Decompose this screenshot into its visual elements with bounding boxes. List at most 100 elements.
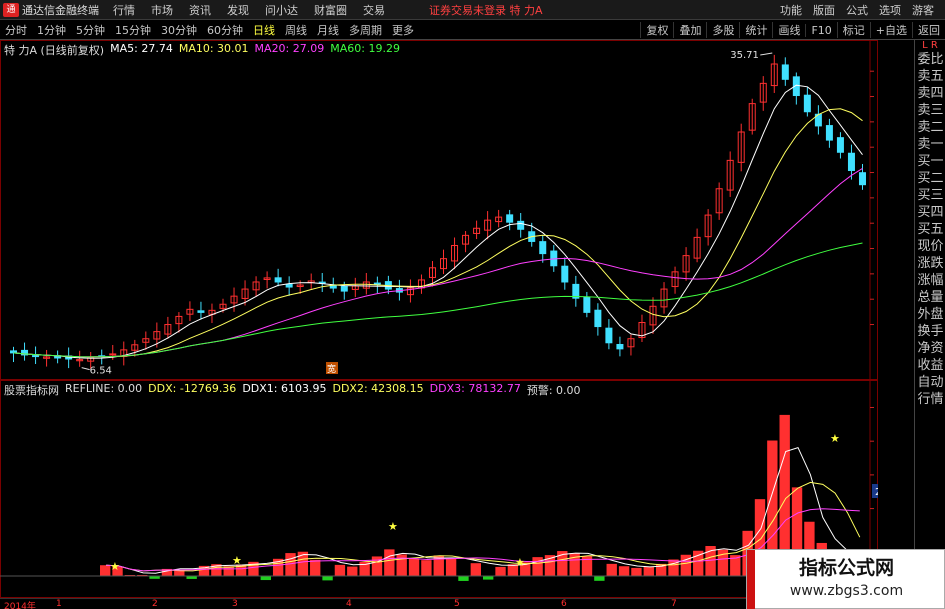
period-monthly[interactable]: 月线 [317, 22, 339, 38]
ma10-value: MA10: 30.01 [178, 42, 249, 55]
period-60min[interactable]: 60分钟 [207, 22, 243, 38]
ma10-line [13, 108, 863, 358]
side-item-5[interactable]: 卖一 [915, 136, 945, 153]
tool-huaxian[interactable]: 画线 [772, 22, 805, 38]
tool-fanhui[interactable]: 返回 [912, 22, 945, 38]
candle-body [825, 125, 833, 141]
ddx-bar-negative [322, 576, 333, 581]
side-panel-toggle[interactable]: L R [915, 40, 945, 51]
menu-gongshi[interactable]: 公式 [846, 2, 868, 18]
candle-body [836, 137, 844, 153]
tool-fuquan[interactable]: 复权 [640, 22, 673, 38]
menu-wenxiaoda[interactable]: 问小达 [265, 2, 298, 18]
ddx-bar [532, 557, 543, 576]
ddx-bar [310, 559, 321, 576]
date-tick: 2 [152, 599, 158, 609]
ddx-bar [631, 567, 642, 576]
side-item-12[interactable]: 涨跌 [915, 255, 945, 272]
tool-diejia[interactable]: 叠加 [673, 22, 706, 38]
period-multi[interactable]: 多周期 [349, 22, 382, 38]
candle-body [583, 296, 591, 313]
user-guest[interactable]: 游客 [912, 2, 934, 18]
ddx-bar [408, 558, 420, 576]
period-5min[interactable]: 5分钟 [76, 22, 105, 38]
warning-star-icon: ★ [830, 432, 840, 445]
ma20-line [13, 167, 863, 358]
side-item-14[interactable]: 总量 [915, 289, 945, 306]
menu-faxian[interactable]: 发现 [227, 2, 249, 18]
menu-jiaoyi[interactable]: 交易 [363, 2, 385, 18]
warning-star-icon: ★ [110, 560, 120, 573]
ddx-bar [223, 566, 234, 576]
ddx-value: DDX: -12769.36 [148, 382, 237, 395]
candle-body [373, 282, 381, 285]
side-item-3[interactable]: 卖三 [915, 102, 945, 119]
ddx-bar-negative [594, 576, 605, 581]
candle-body [803, 94, 811, 113]
menu-gongneng[interactable]: 功能 [780, 2, 802, 18]
menu-hangqing[interactable]: 行情 [113, 2, 135, 18]
period-weekly[interactable]: 周线 [285, 22, 307, 38]
menu-banmian[interactable]: 版面 [813, 2, 835, 18]
quote-side-panel: L R 委比 卖五 卖四 卖三 卖二 卖一 买一 买二 买三 买四 买五 现价 涨跌 涨幅 总量 外盘 换手 净资… [914, 40, 945, 609]
side-item-4[interactable]: 卖二 [915, 119, 945, 136]
low-annotation: 6.54 [90, 366, 112, 377]
side-item-13[interactable]: 涨幅 [915, 272, 945, 289]
side-item-17[interactable]: 净资 [915, 340, 945, 357]
tool-f10[interactable]: F10 [805, 23, 836, 37]
side-item-15[interactable]: 外盘 [915, 306, 945, 323]
ma5-line [13, 84, 863, 359]
date-tick: 7 [671, 599, 677, 609]
side-item-20[interactable]: 行情 [915, 391, 945, 408]
period-30min[interactable]: 30分钟 [161, 22, 197, 38]
indicator-legend: 股票指标网 REFLINE: 0.00 DDX: -12769.36 DDX1:… [4, 382, 581, 397]
date-tick: 1 [56, 599, 62, 609]
watermark-url: www.zbgs3.com [789, 583, 904, 599]
ddx-bar-negative [483, 576, 494, 580]
tool-duogu[interactable]: 多股 [706, 22, 739, 38]
side-item-2[interactable]: 卖四 [915, 85, 945, 102]
side-item-11[interactable]: 现价 [915, 238, 945, 255]
period-daily[interactable]: 日线 [253, 22, 275, 38]
ma60-line [13, 242, 863, 358]
candle-body [594, 309, 602, 328]
period-fenshi[interactable]: 分时 [5, 22, 27, 38]
side-item-6[interactable]: 买一 [915, 153, 945, 170]
menu-shichang[interactable]: 市场 [151, 2, 173, 18]
candle-body [274, 277, 282, 283]
period-more[interactable]: 更多 [392, 22, 414, 38]
tool-biaoji[interactable]: 标记 [836, 22, 870, 38]
period-15min[interactable]: 15分钟 [115, 22, 151, 38]
current-value-text: 21635 [875, 487, 878, 498]
period-1min[interactable]: 1分钟 [37, 22, 66, 38]
watermark-title: 指标公式网 [798, 557, 894, 579]
menu-xuanxiang[interactable]: 选项 [879, 2, 901, 18]
side-item-1[interactable]: 卖五 [915, 68, 945, 85]
menu-caifuquan[interactable]: 财富圈 [314, 2, 347, 18]
indicator-title[interactable]: 股票指标网 [4, 382, 59, 397]
side-item-10[interactable]: 买五 [915, 221, 945, 238]
kline-chart[interactable]: 35.0032.5030.0027.5025.0022.5020.0017.50… [0, 40, 878, 380]
side-item-19[interactable]: 自动 [915, 374, 945, 391]
period-toolbar: 分时 1分钟 5分钟 15分钟 30分钟 60分钟 日线 周线 月线 多周期 更… [0, 20, 945, 40]
stock-title[interactable]: 特 力A (日线前复权) [4, 42, 104, 57]
warning-star-icon: ★ [232, 554, 242, 567]
ddx-bar-negative [260, 576, 271, 581]
side-item-9[interactable]: 买四 [915, 204, 945, 221]
side-item-7[interactable]: 买二 [915, 170, 945, 187]
tool-tongji[interactable]: 统计 [739, 22, 772, 38]
side-item-0[interactable]: 委比 [915, 51, 945, 68]
menu-zixun[interactable]: 资讯 [189, 2, 211, 18]
side-item-16[interactable]: 换手 [915, 323, 945, 340]
event-marker-label: 宽 [327, 363, 336, 375]
side-item-8[interactable]: 买三 [915, 187, 945, 204]
date-tick: 2014年 [4, 602, 36, 609]
ddx-bar [334, 564, 346, 576]
candle-body [847, 152, 855, 172]
tool-zixuan[interactable]: +自选 [869, 22, 912, 38]
candle-body [506, 214, 514, 223]
side-item-18[interactable]: 收益 [915, 357, 945, 374]
warning-star-icon: ★ [515, 556, 525, 569]
ddx-bar [495, 566, 506, 576]
ddx-bar [470, 563, 481, 576]
